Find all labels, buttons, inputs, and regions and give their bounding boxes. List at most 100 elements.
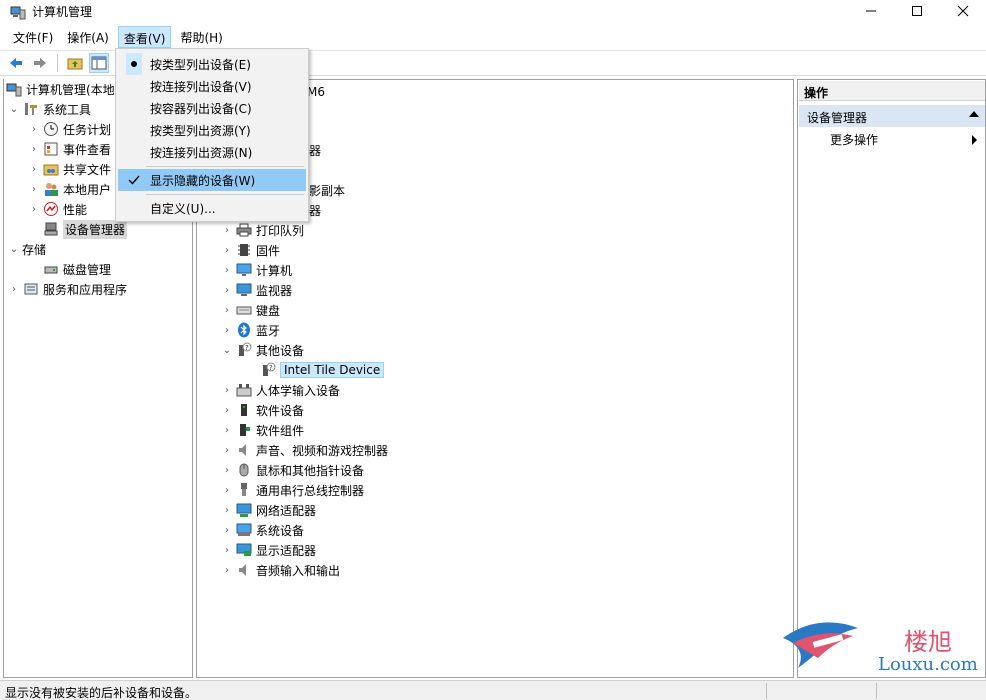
menu-item-show-hidden-devices[interactable]: 显示隐藏的设备(W): [118, 169, 306, 191]
device-category-display[interactable]: › 显示适配器: [221, 540, 316, 560]
tree-item-task-scheduler[interactable]: › 任务计划: [28, 119, 111, 139]
menu-item-resources-by-connection[interactable]: 按连接列出资源(N): [118, 141, 306, 163]
device-category-mice[interactable]: › 鼠标和其他指针设备: [221, 460, 364, 480]
minimize-button[interactable]: [848, 0, 894, 22]
chevron-right-icon[interactable]: ›: [221, 220, 233, 240]
device-category-hid[interactable]: › 人体学输入设备: [221, 380, 340, 400]
device-category-sound[interactable]: › 声音、视频和游戏控制器: [221, 440, 388, 460]
tree-item-performance[interactable]: › 性能: [28, 199, 87, 219]
tree-item-disk-management[interactable]: 磁盘管理: [28, 259, 111, 279]
chevron-down-icon[interactable]: ⌄: [221, 340, 233, 360]
device-category-software-components[interactable]: › 软件组件: [221, 420, 304, 440]
chevron-right-icon[interactable]: ›: [221, 300, 233, 320]
chevron-right-icon[interactable]: ›: [221, 500, 233, 520]
menu-item-label: 按容器列出设备(C): [150, 101, 252, 116]
device-category-network[interactable]: › 网络适配器: [221, 500, 316, 520]
chevron-right-icon[interactable]: ›: [8, 279, 20, 299]
menu-item-label: 按类型列出设备(E): [150, 57, 251, 72]
chevron-right-icon[interactable]: ›: [28, 179, 40, 199]
event-viewer-icon: [43, 141, 59, 157]
actions-section-device-manager[interactable]: 设备管理器: [799, 105, 985, 127]
chevron-right-icon[interactable]: ›: [28, 119, 40, 139]
network-adapter-icon: [236, 502, 252, 518]
tree-item-root[interactable]: 计算机管理(本地: [6, 79, 115, 99]
maximize-button[interactable]: [894, 0, 940, 22]
device-category-software-devices[interactable]: › 软件设备: [221, 400, 304, 420]
chevron-down-icon[interactable]: ⌄: [8, 239, 20, 259]
chevron-right-icon[interactable]: ›: [221, 480, 233, 500]
chevron-right-icon[interactable]: ›: [221, 400, 233, 420]
chevron-right-icon[interactable]: ›: [221, 520, 233, 540]
menu-action[interactable]: 操作(A): [62, 26, 114, 48]
menu-item-devices-by-connection[interactable]: 按连接列出设备(V): [118, 75, 306, 97]
watermark-logo: 楼旭 Louxu.com: [778, 608, 983, 680]
forward-button[interactable]: [30, 53, 50, 73]
tree-item-label: 键盘: [256, 303, 281, 318]
chevron-right-icon[interactable]: ›: [221, 320, 233, 340]
device-category-usb[interactable]: › 通用串行总线控制器: [221, 480, 364, 500]
tree-item-label: 影副本: [309, 183, 346, 198]
chevron-right-icon[interactable]: ›: [221, 240, 233, 260]
chevron-right-icon[interactable]: ›: [221, 460, 233, 480]
tree-item-label: 打印队列: [256, 223, 305, 238]
menu-item-devices-by-container[interactable]: 按容器列出设备(C): [118, 97, 306, 119]
tree-item-system-tools[interactable]: ⌄ 系统工具: [8, 99, 91, 119]
tree-item-local-users[interactable]: › 本地用户: [28, 179, 111, 199]
chevron-right-icon[interactable]: ›: [221, 380, 233, 400]
usb-icon: [236, 482, 252, 498]
menu-item-customize[interactable]: 自定义(U)...: [118, 197, 306, 219]
device-intel-tile[interactable]: ? Intel Tile Device: [257, 360, 385, 380]
device-category-bluetooth[interactable]: › 蓝牙: [221, 320, 280, 340]
device-category-computer[interactable]: › 计算机: [221, 260, 292, 280]
device-category-monitors[interactable]: › 监视器: [221, 280, 292, 300]
status-bar: 显示没有被安装的后补设备和设备。: [0, 680, 986, 700]
chevron-right-icon[interactable]: ›: [28, 139, 40, 159]
printer-icon: [236, 222, 252, 238]
chevron-down-icon[interactable]: ⌄: [8, 99, 20, 119]
device-category-system[interactable]: › 系统设备: [221, 520, 304, 540]
chevron-right-icon[interactable]: ›: [221, 280, 233, 300]
menu-item-resources-by-type[interactable]: 按类型列出资源(Y): [118, 119, 306, 141]
chevron-right-icon[interactable]: ›: [221, 440, 233, 460]
actions-pane: 操作 设备管理器 更多操作: [797, 79, 986, 678]
device-category-print-queue[interactable]: › 打印队列: [221, 220, 304, 240]
view-menu-dropdown: 按类型列出设备(E) 按连接列出设备(V) 按容器列出设备(C) 按类型列出资源…: [115, 48, 309, 222]
chevron-right-icon[interactable]: ›: [221, 420, 233, 440]
menu-file[interactable]: 文件(F): [8, 26, 58, 48]
tree-item-event-viewer[interactable]: › 事件查看: [28, 139, 111, 159]
tree-item-services[interactable]: › 服务和应用程序: [8, 279, 127, 299]
tree-item-device-manager[interactable]: 设备管理器: [28, 219, 128, 239]
menu-help[interactable]: 帮助(H): [175, 26, 227, 48]
bluetooth-icon: [236, 322, 252, 338]
chevron-right-icon[interactable]: ›: [28, 199, 40, 219]
back-arrow-icon: [10, 58, 22, 68]
show-hide-console-tree-button[interactable]: [89, 53, 109, 73]
up-folder-button[interactable]: [65, 53, 85, 73]
menu-item-label: 按连接列出资源(N): [150, 145, 253, 160]
chevron-right-icon[interactable]: ›: [221, 560, 233, 580]
menu-item-devices-by-type[interactable]: 按类型列出设备(E): [118, 53, 306, 75]
expander-empty: [28, 259, 40, 279]
menu-view[interactable]: 查看(V): [117, 26, 172, 48]
tree-item-storage[interactable]: ⌄ 存储: [8, 239, 46, 259]
chevron-right-icon[interactable]: ›: [221, 260, 233, 280]
keyboard-icon: [236, 302, 252, 318]
tree-item-label: 显示适配器: [256, 543, 317, 558]
collapse-triangle-icon[interactable]: [969, 111, 979, 117]
device-category-other-devices[interactable]: ⌄ ? 其他设备: [221, 340, 304, 360]
chevron-right-icon[interactable]: ›: [28, 159, 40, 179]
tree-item-shared-folders[interactable]: › 共享文件: [28, 159, 111, 179]
device-category-firmware[interactable]: › 固件: [221, 240, 280, 260]
device-category-keyboard[interactable]: › 键盘: [221, 300, 280, 320]
device-category-audio-io[interactable]: › 音频输入和输出: [221, 560, 340, 580]
tree-item-label: 共享文件: [63, 162, 112, 177]
tree-item-label: 监视器: [256, 283, 293, 298]
monitor-icon: [236, 282, 252, 298]
chevron-right-icon[interactable]: ›: [221, 540, 233, 560]
close-button[interactable]: [940, 0, 986, 22]
tools-icon: [23, 101, 39, 117]
more-actions-item[interactable]: 更多操作: [830, 131, 878, 148]
tree-item-label: 本地用户: [63, 182, 112, 197]
back-button[interactable]: [6, 53, 26, 73]
performance-icon: [43, 201, 59, 217]
